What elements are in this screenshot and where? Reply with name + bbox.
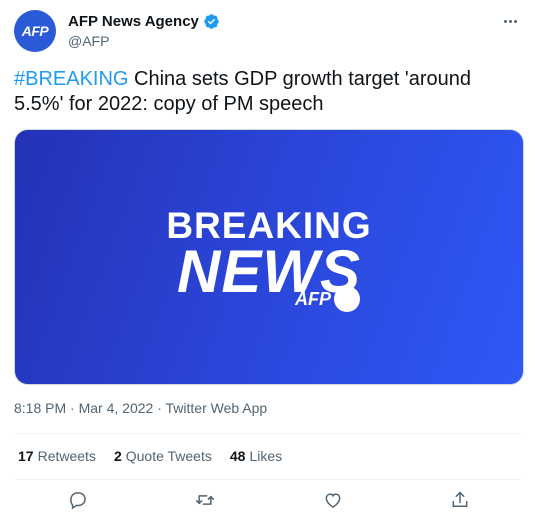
quote-tweets-stat[interactable]: 2 Quote Tweets <box>114 448 212 464</box>
share-icon[interactable] <box>448 488 472 512</box>
avatar[interactable]: AFP <box>14 10 56 52</box>
divider <box>14 479 521 480</box>
like-icon[interactable] <box>321 488 345 512</box>
author-name-row[interactable]: AFP News Agency <box>68 13 220 30</box>
verified-badge-icon <box>204 14 219 29</box>
likes-count: 48 <box>229 448 246 464</box>
afp-logo-text: AFP <box>295 288 331 309</box>
handle[interactable]: @AFP <box>68 33 109 49</box>
retweets-stat[interactable]: 17 Retweets <box>18 448 96 464</box>
tweet-meta: 8:18 PM · Mar 4, 2022 · Twitter Web App <box>14 400 267 416</box>
divider <box>14 433 521 434</box>
likes-stat[interactable]: 48 Likes <box>230 448 282 464</box>
retweets-count: 17 <box>18 448 34 464</box>
more-options-icon[interactable] <box>499 12 521 30</box>
afp-logo-dot <box>334 286 360 312</box>
media-headline-line2: NEWS <box>177 238 361 305</box>
reply-icon[interactable] <box>66 488 90 512</box>
tweet-text: #BREAKING China sets GDP growth target '… <box>14 67 519 117</box>
quote-tweets-count: 2 <box>113 448 122 464</box>
display-name[interactable]: AFP News Agency <box>68 13 199 30</box>
action-bar <box>0 488 535 516</box>
tweet-source[interactable]: Twitter Web App <box>166 400 268 416</box>
media-image[interactable]: BREAKING NEWS AFP <box>14 129 524 385</box>
tweet-date[interactable]: Mar 4, 2022 <box>79 400 154 416</box>
hashtag-link[interactable]: #BREAKING <box>14 68 128 90</box>
quote-tweets-label: Quote Tweets <box>125 448 212 464</box>
tweet-card: AFP AFP News Agency @AFP #BREAKING China… <box>0 0 535 520</box>
retweet-icon[interactable] <box>193 488 217 512</box>
avatar-logo-text: AFP <box>21 23 49 39</box>
meta-separator: · <box>66 400 79 416</box>
retweets-label: Retweets <box>37 448 96 464</box>
likes-label: Likes <box>249 448 283 464</box>
engagement-stats: 17 Retweets 2 Quote Tweets 48 Likes <box>18 448 282 464</box>
tweet-time[interactable]: 8:18 PM <box>14 400 66 416</box>
meta-separator: · <box>153 400 166 416</box>
afp-logo: AFP <box>295 286 360 312</box>
